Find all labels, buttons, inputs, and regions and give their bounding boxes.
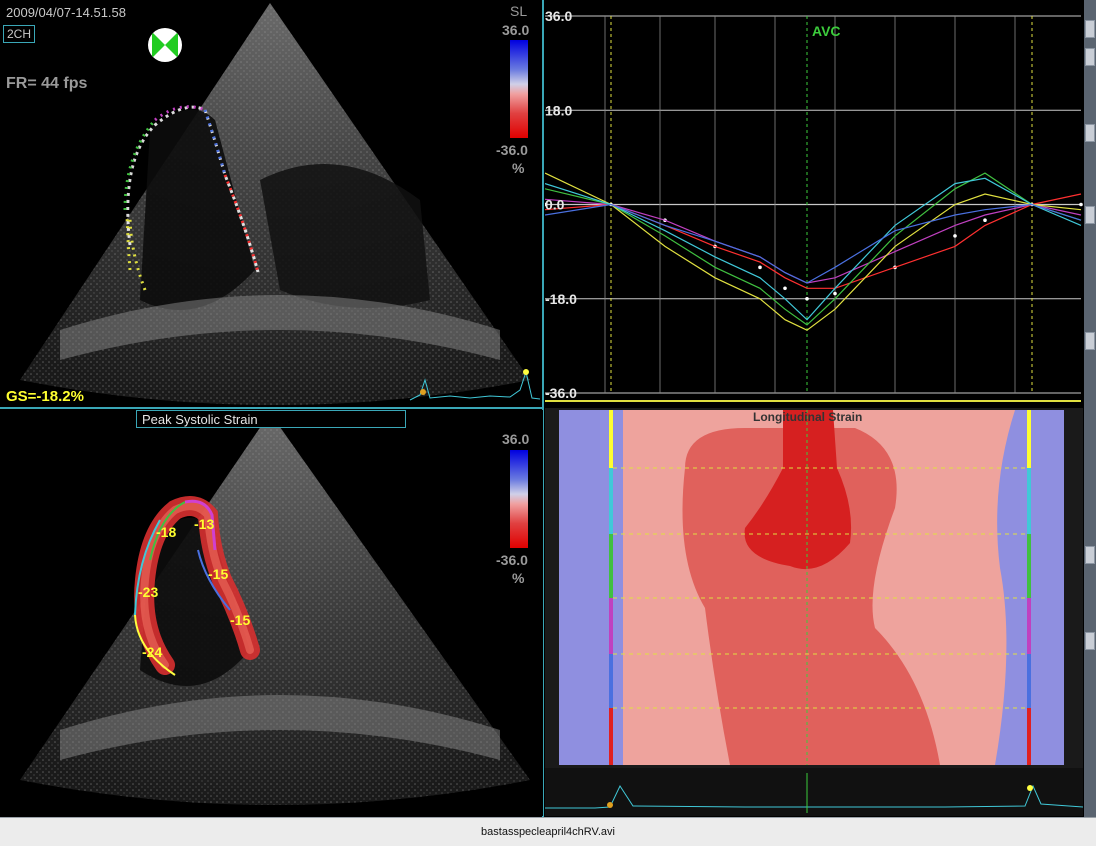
scale-unit: % xyxy=(512,160,525,176)
scale-mode: SL xyxy=(510,3,528,19)
y-tick-label: 36.0 xyxy=(545,8,572,24)
series-point xyxy=(953,234,957,238)
strain-heatmap-panel[interactable]: Longitudinal Strain xyxy=(545,408,1083,816)
segment-value: -18 xyxy=(156,524,177,540)
y-tick-label: 0.0 xyxy=(545,197,565,213)
status-bar: bastasspecleapril4chRV.avi xyxy=(0,817,1096,846)
y-tick-label: -18.0 xyxy=(545,291,577,307)
segment-color-bar-left xyxy=(609,410,613,765)
echo-view-bottom[interactable]: Peak Systolic Strain -13 -18 -15 -23 -15… xyxy=(0,410,543,816)
strain-title-box: Peak Systolic Strain xyxy=(136,410,406,428)
series-point xyxy=(783,286,787,291)
segment-value: -15 xyxy=(208,566,229,582)
y-tick-label: 18.0 xyxy=(545,102,572,118)
series-point xyxy=(758,265,762,270)
segment-value: -15 xyxy=(230,612,251,628)
strain-title: Peak Systolic Strain xyxy=(142,412,258,427)
file-name: bastasspecleapril4chRV.avi xyxy=(481,826,615,838)
scroll-button[interactable] xyxy=(1085,20,1095,38)
panel-divider-horizontal xyxy=(0,407,543,409)
scale-min: -36.0 xyxy=(496,142,528,158)
scale-max: 36.0 xyxy=(502,22,530,38)
scroll-left-button[interactable] xyxy=(1085,48,1095,66)
scroll-button[interactable] xyxy=(1085,124,1095,142)
series-point xyxy=(833,291,837,296)
global-strain: GS=-18.2% xyxy=(6,388,84,405)
strain-curve-plot: AVC 36.0 18.0 0.0 -18.0 -36.0 xyxy=(545,0,1083,402)
timestamp: 2009/04/07-14.51.58 xyxy=(6,5,126,20)
segment-value: -23 xyxy=(138,584,159,600)
series-point xyxy=(805,296,809,301)
scale-min: -36.0 xyxy=(496,552,528,568)
echo-image-top xyxy=(20,3,541,405)
series-point xyxy=(1079,202,1083,207)
segment-color-bar-right xyxy=(1027,410,1031,765)
view-label: 2CH xyxy=(3,25,36,43)
series-point xyxy=(983,218,987,223)
echo-image-bottom xyxy=(20,413,530,805)
strain-curve-chart[interactable]: AVC 36.0 18.0 0.0 -18.0 -36.0 xyxy=(545,0,1083,402)
segment-value: -24 xyxy=(142,644,163,660)
avc-label: AVC xyxy=(812,23,841,39)
segment-value: -13 xyxy=(194,516,215,532)
scroll-button[interactable] xyxy=(1085,546,1095,564)
frame-rate: FR= 44 fps xyxy=(6,75,88,92)
scroll-left-button[interactable] xyxy=(1085,332,1095,350)
heatmap-title: Longitudinal Strain xyxy=(753,410,863,424)
scale-max: 36.0 xyxy=(502,431,530,447)
color-scale-bar xyxy=(510,450,528,548)
strain-heatmap xyxy=(545,408,1083,816)
color-scale-bar xyxy=(510,40,528,138)
vertical-scrollbar[interactable] xyxy=(1084,0,1096,817)
scroll-button[interactable] xyxy=(1085,206,1095,224)
scale-unit: % xyxy=(512,570,525,586)
y-tick-label: -36.0 xyxy=(545,385,577,401)
echo-view-top[interactable]: 2009/04/07-14.51.58 2CH FR= 44 fps GS=-1… xyxy=(0,0,543,408)
scroll-button[interactable] xyxy=(1085,632,1095,650)
orientation-icon xyxy=(148,28,182,62)
